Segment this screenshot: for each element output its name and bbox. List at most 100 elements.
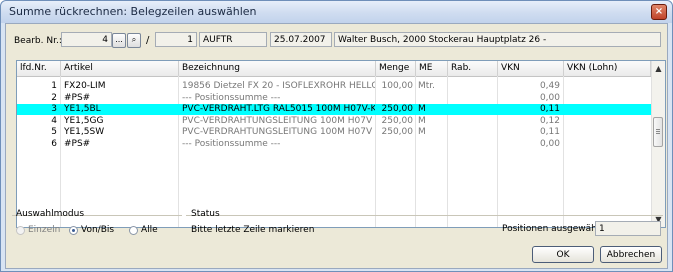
cell-me: M	[418, 115, 426, 126]
cell-bezeichnung: PVC-VERDRAHT.LTG RAL5015 100M H07V-K	[182, 104, 375, 114]
grip-line	[656, 133, 660, 134]
cell-vkn-lohn	[564, 116, 648, 127]
cell-vkn: 0,12	[539, 115, 560, 126]
cell-nr: 6	[51, 138, 57, 149]
cell-rab	[450, 139, 496, 150]
cell-bezeichnung: --- Positionssumme ---	[182, 138, 281, 149]
ok-button[interactable]: OK	[532, 246, 594, 263]
col-header-menge[interactable]: Menge	[376, 61, 416, 76]
col-header-bezeichnung[interactable]: Bezeichnung	[179, 61, 376, 76]
cell-rab	[450, 81, 496, 92]
radio-von-bis-label[interactable]: Von/Bis	[81, 225, 114, 235]
cell-rab	[450, 104, 496, 115]
cell-nr: 5	[51, 127, 57, 137]
cell-vkn: 0,00	[539, 92, 560, 103]
scroll-thumb[interactable]	[653, 117, 663, 147]
cell-bezeichnung: PVC-VERDRAHTUNGSLEITUNG 100M H07V	[182, 115, 373, 126]
table-row[interactable]: 6 #PS# --- Positionssumme --- 0,00	[17, 139, 651, 150]
radio-von-bis[interactable]	[69, 226, 78, 235]
radio-einzeln	[16, 226, 25, 235]
cell-vkn-lohn	[564, 139, 648, 150]
scroll-up-arrow-icon[interactable]: ▲	[652, 62, 665, 75]
ellipsis-icon: ...	[115, 35, 123, 44]
col-header-me[interactable]: ME	[416, 61, 448, 76]
cell-rab	[450, 93, 496, 104]
cell-artikel: YE1,5SW	[64, 127, 105, 137]
cell-artikel: #PS#	[64, 92, 91, 103]
positions-table[interactable]: lfd.Nr. Artikel Bezeichnung Menge ME Rab…	[16, 60, 666, 228]
cell-bezeichnung: PVC-VERDRAHTUNGSLEITUNG 100M H07V	[182, 127, 373, 137]
grip-line	[656, 131, 660, 132]
mode-legend: Auswahlmodus	[16, 209, 85, 219]
cell-menge: 100,00	[381, 81, 414, 91]
table-row[interactable]: 3 YE1,5BL PVC-VERDRAHT.LTG RAL5015 100M H0…	[17, 104, 651, 115]
table-row[interactable]: 2 #PS# --- Positionssumme --- 0,00	[17, 93, 651, 104]
cell-artikel: FX20-LIM	[64, 81, 106, 91]
cell-vkn: 0,11	[539, 104, 560, 114]
cell-vkn: 0,00	[539, 138, 560, 149]
cell-me	[418, 139, 447, 150]
close-icon: ×	[654, 6, 664, 17]
cell-me: Mtr.	[418, 81, 436, 91]
cell-menge	[375, 139, 413, 150]
browse-button[interactable]: ...	[112, 33, 126, 48]
table-header: lfd.Nr. Artikel Bezeichnung Menge ME Rab…	[17, 61, 651, 77]
customer-field: Walter Busch, 2000 Stockerau Hauptplatz …	[334, 32, 661, 47]
cell-vkn-lohn	[564, 104, 648, 115]
table-row[interactable]: 4 YE1,5GG PVC-VERDRAHTUNGSLEITUNG 100M H07…	[17, 116, 651, 127]
cell-me: M	[418, 104, 426, 114]
cell-menge: 250,00	[381, 104, 414, 114]
cell-vkn: 0,11	[539, 127, 560, 137]
position-field: 1	[155, 32, 197, 47]
date-field: 25.07.2007	[270, 32, 332, 47]
cell-rab	[450, 116, 496, 127]
col-header-nr[interactable]: lfd.Nr.	[17, 61, 61, 76]
bearb-nr-field[interactable]: 4	[61, 32, 112, 47]
col-header-artikel[interactable]: Artikel	[61, 61, 179, 76]
radio-alle-label[interactable]: Alle	[141, 225, 158, 235]
lookup-button[interactable]: ⌕	[127, 33, 141, 48]
cell-vkn: 0,49	[539, 81, 560, 91]
cell-bezeichnung: 19856 Dietzel FX 20 - ISOFLEXROHR HELLGR…	[182, 81, 375, 91]
bearb-nr-label: Bearb. Nr.:	[14, 36, 62, 46]
cell-rab	[450, 127, 496, 138]
status-text: Bitte letzte Zeile markieren	[191, 225, 315, 235]
cancel-button[interactable]: Abbrechen	[600, 246, 662, 263]
cell-me	[418, 93, 447, 104]
radio-alle[interactable]	[129, 226, 138, 235]
cell-nr: 2	[51, 92, 57, 103]
cell-nr: 4	[51, 115, 57, 126]
radio-einzeln-label: Einzeln	[28, 225, 61, 235]
vertical-scrollbar[interactable]: ▲ ▼	[651, 61, 665, 227]
close-button[interactable]: ×	[651, 4, 667, 20]
cell-artikel: #PS#	[64, 138, 91, 149]
cell-vkn-lohn	[564, 81, 648, 92]
col-header-vkn-lohn[interactable]: VKN (Lohn)	[564, 61, 651, 76]
dialog-window: Summe rückrechnen: Belegzeilen auswählen…	[0, 0, 673, 272]
magnifier-icon: ⌕	[131, 35, 137, 44]
col-header-rab[interactable]: Rab.	[448, 61, 498, 76]
cell-artikel: YE1,5BL	[64, 104, 101, 114]
cell-nr: 3	[51, 104, 57, 114]
cell-menge	[375, 93, 413, 104]
cell-vkn-lohn	[564, 127, 648, 138]
cell-me: M	[418, 127, 426, 137]
cell-bezeichnung: --- Positionssumme ---	[182, 92, 281, 103]
selected-count-label: Positionen ausgewählt:	[502, 224, 606, 234]
title-bar[interactable]: Summe rückrechnen: Belegzeilen auswählen…	[1, 1, 672, 23]
grip-line	[656, 129, 660, 130]
cell-nr: 1	[51, 81, 57, 91]
doc-type-field: AUFTR	[199, 32, 267, 47]
cell-vkn-lohn	[564, 93, 648, 104]
table-row[interactable]: 5 YE1,5SW PVC-VERDRAHTUNGSLEITUNG 100M H07…	[17, 127, 651, 138]
status-label: Status	[191, 209, 220, 219]
selected-count-field: 1	[595, 221, 661, 236]
col-header-vkn[interactable]: VKN	[498, 61, 564, 76]
dialog-body: Bearb. Nr.: 4 ... ⌕ / 1 AUFTR 25.07.2007…	[5, 23, 668, 269]
cell-menge: 250,00	[381, 115, 414, 126]
cell-artikel: YE1,5GG	[64, 115, 104, 126]
cell-menge: 250,00	[381, 127, 414, 137]
slash-separator: /	[146, 35, 150, 46]
window-title: Summe rückrechnen: Belegzeilen auswählen	[9, 5, 257, 18]
table-row[interactable]: 1 FX20-LIM 19856 Dietzel FX 20 - ISOFLEXRO…	[17, 81, 651, 92]
